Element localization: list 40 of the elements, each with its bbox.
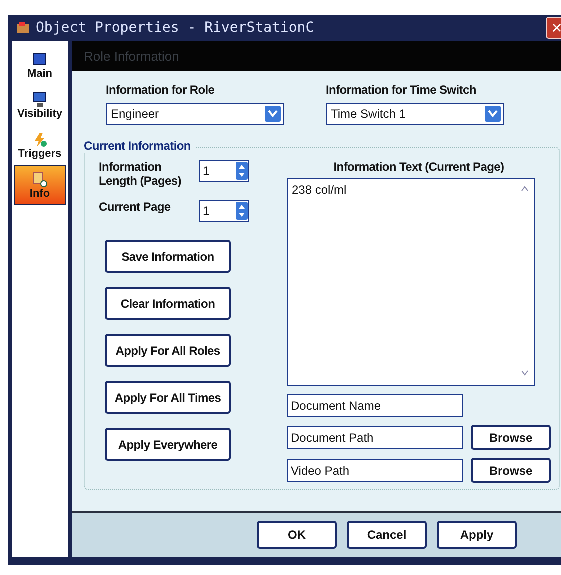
group-title: Current Information bbox=[84, 139, 195, 153]
action-button[interactable]: Clear Information bbox=[105, 287, 231, 320]
dropdown-label: Information for Role bbox=[106, 83, 216, 97]
text-field[interactable]: Video Path bbox=[287, 459, 463, 482]
text-field[interactable]: Document Name bbox=[287, 394, 463, 417]
app-icon bbox=[16, 21, 30, 35]
sidebar-item[interactable]: Triggers bbox=[14, 125, 66, 165]
browse-button[interactable]: Browse bbox=[471, 425, 551, 450]
action-button[interactable]: Save Information bbox=[105, 240, 231, 273]
action-button[interactable]: Apply For All Times bbox=[105, 381, 231, 414]
number-spinner[interactable]: 1 bbox=[199, 200, 249, 222]
action-button[interactable]: Apply Everywhere bbox=[105, 428, 231, 461]
sidebar-item[interactable]: Visibility bbox=[14, 85, 66, 125]
window-title: Object Properties - RiverStationC bbox=[36, 20, 316, 36]
text-area[interactable]: 238 col/ml bbox=[287, 178, 535, 386]
document-icon bbox=[32, 172, 48, 188]
text-area-label: Information Text (Current Page) bbox=[334, 160, 504, 174]
dropdown-label: Information for Time Switch bbox=[326, 83, 478, 97]
section-title: Role Information bbox=[84, 48, 180, 64]
chevron-down-icon bbox=[268, 110, 278, 118]
sidebar-item[interactable]: Info bbox=[14, 165, 66, 205]
dialog-button[interactable]: OK bbox=[257, 521, 337, 549]
browse-button[interactable]: Browse bbox=[471, 458, 551, 483]
number-spinner[interactable]: 1 bbox=[199, 160, 249, 182]
dialog-button[interactable]: Apply bbox=[437, 521, 517, 549]
text-field[interactable]: Document Path bbox=[287, 426, 463, 449]
spinner-arrows-icon[interactable] bbox=[236, 202, 248, 220]
action-button[interactable]: Apply For All Roles bbox=[105, 334, 231, 367]
lightning-icon bbox=[32, 132, 48, 148]
sidebar-item[interactable]: Main bbox=[14, 45, 66, 85]
close-button[interactable]: × bbox=[546, 17, 561, 39]
dialog-button[interactable]: Cancel bbox=[347, 521, 427, 549]
spinner-label: Information Length (Pages) bbox=[99, 160, 182, 188]
computer-icon bbox=[32, 92, 48, 108]
monitor-icon bbox=[32, 52, 48, 68]
spinner-arrows-icon[interactable] bbox=[236, 162, 248, 180]
chevron-down-icon bbox=[488, 110, 498, 118]
dropdown[interactable]: Time Switch 1 bbox=[326, 103, 504, 125]
spinner-label: Current Page bbox=[99, 200, 172, 214]
dropdown[interactable]: Engineer bbox=[106, 103, 284, 125]
